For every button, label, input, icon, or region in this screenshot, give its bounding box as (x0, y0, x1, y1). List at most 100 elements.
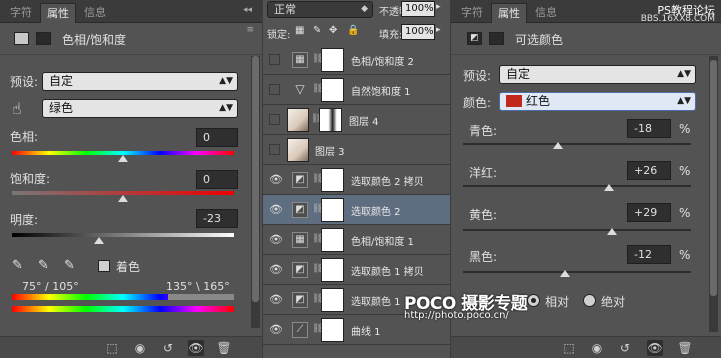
clip-to-layer-icon[interactable]: ⬚ (104, 340, 120, 356)
layer-photo-thumb[interactable] (287, 108, 309, 132)
view-previous-icon[interactable]: ◉ (132, 340, 148, 356)
cyan-slider-track[interactable] (463, 143, 691, 145)
tab-info[interactable]: 信息 (529, 3, 563, 23)
layer-row-active[interactable]: 👁 ◩ ⛓ 选取颜色 2 (263, 195, 450, 225)
layer-photo-thumb[interactable] (287, 138, 309, 162)
channel-select[interactable]: 绿色 ▲▼ (42, 99, 238, 118)
layer-row[interactable]: ⛓ 图层 4 (263, 105, 450, 135)
eyedropper-plus-icon[interactable]: ✎ (38, 258, 49, 273)
reset-icon[interactable]: ↺ (160, 340, 176, 356)
eye-icon[interactable]: 👁 (269, 203, 283, 217)
visibility-box[interactable] (269, 144, 280, 155)
lightness-slider-thumb[interactable] (94, 237, 104, 244)
visibility-box[interactable] (269, 54, 280, 65)
trash-icon[interactable]: 🗑 (677, 340, 693, 356)
hue-input[interactable]: 0 (196, 128, 238, 147)
collapse-icon[interactable]: ◂◂ (243, 5, 252, 15)
layer-name: 图层 4 (349, 117, 379, 128)
visibility-eye-icon[interactable]: 👁 (647, 340, 663, 356)
colorize-checkbox[interactable] (98, 260, 110, 272)
layer-row[interactable]: 👁 ▦ ⛓ 色相/饱和度 1 (263, 225, 450, 255)
tab-character[interactable]: 字符 (4, 3, 38, 23)
reset-icon[interactable]: ↺ (617, 340, 633, 356)
eyedropper-minus-icon[interactable]: ✎ (64, 258, 75, 273)
saturation-input[interactable]: 0 (196, 170, 238, 189)
fill-arrow-icon[interactable]: ▸ (436, 25, 441, 35)
opacity-arrow-icon[interactable]: ▸ (436, 2, 441, 12)
layer-row[interactable]: 👁 ◩ ⛓ 选取颜色 1 拷贝 (263, 255, 450, 285)
cyan-input[interactable]: -18 (627, 119, 671, 138)
tab-properties[interactable]: 属性 (40, 3, 76, 23)
magenta-slider-thumb[interactable] (604, 184, 614, 191)
range-right-text: 135° \ 165° (166, 280, 230, 293)
cyan-slider-thumb[interactable] (553, 142, 563, 149)
yellow-input[interactable]: +29 (627, 203, 671, 222)
eye-icon[interactable]: 👁 (269, 233, 283, 247)
saturation-slider-thumb[interactable] (118, 195, 128, 202)
layer-name: 选取颜色 1 (351, 297, 401, 308)
relative-radio[interactable] (527, 294, 540, 307)
preset-label: 预设: (463, 69, 492, 83)
mask-icon[interactable] (36, 32, 51, 45)
black-slider-track[interactable] (463, 271, 691, 273)
magenta-input[interactable]: +26 (627, 161, 671, 180)
layer-row[interactable]: ▽ ⛓ 自然饱和度 1 (263, 75, 450, 105)
layer-mask-thumb[interactable] (321, 168, 344, 192)
blend-mode-select[interactable]: 正常 ◆ (267, 1, 373, 18)
adjustment-icon (14, 32, 29, 45)
layer-mask-thumb[interactable] (319, 108, 342, 132)
eyedropper-icon[interactable]: ✎ (12, 258, 23, 273)
layer-name: 选取颜色 1 拷贝 (351, 267, 424, 278)
trash-icon[interactable]: 🗑 (216, 340, 232, 356)
range-selection[interactable] (168, 294, 234, 300)
lightness-slider-track[interactable] (12, 233, 234, 237)
yellow-slider-track[interactable] (463, 229, 691, 231)
layer-mask-thumb[interactable] (321, 258, 344, 282)
hand-target-icon[interactable]: ☝ (12, 99, 22, 118)
lock-move-icon[interactable]: ✥ (329, 25, 337, 36)
colors-select[interactable]: 红色 ▲▼ (499, 92, 696, 111)
eye-icon[interactable]: 👁 (269, 173, 283, 187)
selective-color-icon: ◩ (292, 262, 308, 278)
fill-input[interactable]: 100% (401, 24, 435, 40)
properties-header: ◩ 可选颜色 (451, 23, 721, 55)
selective-color-icon: ◩ (292, 172, 308, 188)
layer-mask-thumb[interactable] (321, 48, 344, 72)
eye-icon[interactable]: 👁 (269, 293, 283, 307)
magenta-slider-track[interactable] (463, 185, 691, 187)
layer-mask-thumb[interactable] (321, 78, 344, 102)
layer-row[interactable]: ▦ ⛓ 色相/饱和度 2 (263, 45, 450, 75)
hue-slider-thumb[interactable] (118, 155, 128, 162)
layer-mask-thumb[interactable] (321, 288, 344, 312)
scrollbar[interactable] (251, 56, 260, 328)
scrollbar[interactable] (709, 56, 718, 332)
layer-mask-thumb[interactable] (321, 318, 344, 342)
preset-select[interactable]: 自定 ▲▼ (499, 65, 696, 84)
opacity-input[interactable]: 100% (401, 1, 435, 17)
yellow-slider-thumb[interactable] (607, 228, 617, 235)
layer-mask-thumb[interactable] (321, 198, 344, 222)
black-input[interactable]: -12 (627, 245, 671, 264)
lock-brush-icon[interactable]: ✎ (313, 25, 321, 36)
tab-info[interactable]: 信息 (78, 3, 112, 23)
mask-icon[interactable] (489, 32, 504, 45)
layer-row[interactable]: 👁 ◩ ⛓ 选取颜色 2 拷贝 (263, 165, 450, 195)
clip-to-layer-icon[interactable]: ⬚ (561, 340, 577, 356)
lightness-input[interactable]: -23 (196, 209, 238, 228)
layer-row[interactable]: 图层 3 (263, 135, 450, 165)
eye-icon[interactable]: 👁 (269, 263, 283, 277)
layer-mask-thumb[interactable] (321, 228, 344, 252)
view-previous-icon[interactable]: ◉ (589, 340, 605, 356)
visibility-eye-icon[interactable]: 👁 (188, 340, 204, 356)
visibility-box[interactable] (269, 114, 280, 125)
magenta-label: 洋红: (469, 166, 498, 180)
tab-properties[interactable]: 属性 (491, 3, 527, 23)
preset-select[interactable]: 自定 ▲▼ (42, 72, 238, 91)
absolute-radio[interactable] (583, 294, 596, 307)
visibility-box[interactable] (269, 84, 280, 95)
tab-character[interactable]: 字符 (455, 3, 489, 23)
lock-pixels-icon[interactable]: ▦ (295, 25, 304, 36)
eye-icon[interactable]: 👁 (269, 323, 283, 337)
lock-all-icon[interactable]: 🔒 (347, 25, 359, 36)
black-slider-thumb[interactable] (560, 270, 570, 277)
